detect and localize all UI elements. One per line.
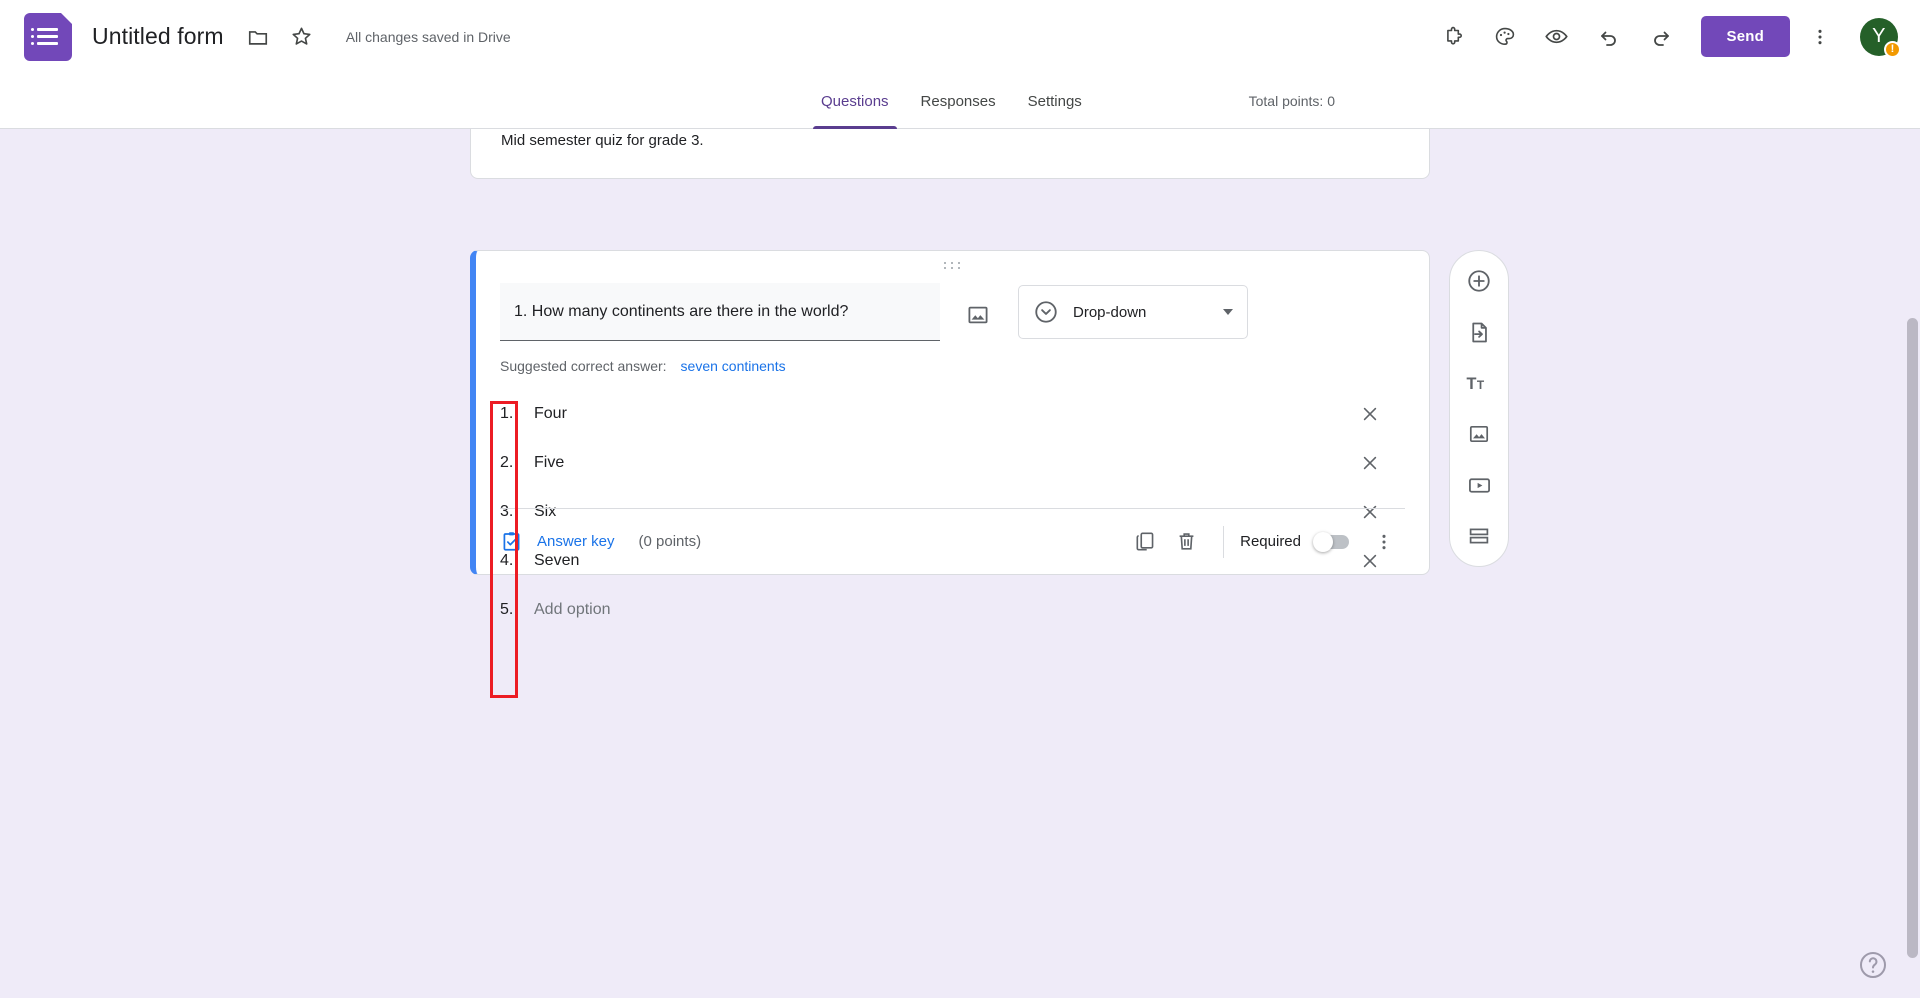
eye-icon[interactable]: [1535, 15, 1579, 59]
option-number: 1.: [500, 404, 514, 422]
add-video-button[interactable]: [1458, 464, 1500, 506]
question-type-select[interactable]: Drop-down: [1018, 285, 1248, 339]
trash-icon[interactable]: [1165, 521, 1207, 563]
tab-responses[interactable]: Responses: [905, 73, 1012, 129]
add-image-button[interactable]: [1458, 413, 1500, 455]
tab-questions[interactable]: Questions: [805, 73, 905, 129]
plus-circle-icon: [1466, 268, 1492, 294]
star-icon[interactable]: [282, 17, 322, 57]
add-section-button[interactable]: [1458, 515, 1500, 557]
scrollbar-track[interactable]: [1905, 258, 1920, 998]
close-icon[interactable]: [1350, 394, 1390, 434]
import-questions-button[interactable]: [1458, 311, 1500, 353]
close-icon[interactable]: [1350, 443, 1390, 483]
svg-text:T: T: [1477, 378, 1485, 392]
required-toggle[interactable]: [1313, 531, 1349, 552]
tab-bar: Questions Responses Settings Total point…: [0, 73, 1920, 129]
svg-text:T: T: [1467, 375, 1477, 393]
question-card[interactable]: 1. How many continents are there in the …: [470, 250, 1430, 618]
logo-lines-icon: [31, 27, 58, 49]
question-type-label: Drop-down: [1073, 303, 1147, 321]
google-forms-logo[interactable]: [24, 12, 72, 61]
send-button[interactable]: Send: [1700, 16, 1790, 57]
dropdown-circle-icon: [1033, 299, 1059, 325]
avatar-warning-badge: !: [1884, 40, 1901, 58]
app-bar: Untitled form All changes saved in Drive: [0, 0, 1920, 73]
avatar[interactable]: Y !: [1860, 17, 1901, 58]
palette-icon[interactable]: [1483, 15, 1527, 59]
form-description[interactable]: Mid semester quiz for grade 3.: [501, 132, 704, 149]
add-question-button[interactable]: [1458, 260, 1500, 302]
option-row[interactable]: 2. Five: [500, 438, 1406, 487]
add-option-button[interactable]: Add option: [534, 601, 1406, 619]
save-status: All changes saved in Drive: [345, 28, 511, 45]
answer-key-checklist-icon: [500, 530, 523, 553]
question-points: (0 points): [638, 533, 702, 550]
question-header-row: 1. How many continents are there in the …: [500, 283, 1248, 341]
title-text-icon: T T: [1466, 370, 1492, 396]
required-label: Required: [1240, 533, 1301, 550]
appbar-actions: Send Y !: [1431, 15, 1920, 59]
suggested-answer-value[interactable]: seven continents: [681, 358, 786, 374]
question-footer: Answer key (0 points) Required: [500, 508, 1405, 574]
kebab-menu-icon[interactable]: [1363, 521, 1405, 563]
suggested-answer-label: Suggested correct answer:: [500, 358, 667, 374]
help-circle-icon[interactable]: [1857, 949, 1889, 981]
image-icon[interactable]: [958, 295, 998, 335]
duplicate-icon[interactable]: [1123, 521, 1165, 563]
option-number: 5.: [500, 600, 514, 618]
toggle-knob: [1313, 531, 1333, 552]
question-text-input[interactable]: 1. How many continents are there in the …: [500, 283, 940, 341]
suggested-answer-row: Suggested correct answer: seven continen…: [500, 358, 786, 374]
add-item-toolbar: T T: [1449, 250, 1509, 567]
section-icon: [1467, 524, 1491, 548]
footer-divider: [1223, 525, 1225, 558]
option-number: 2.: [500, 453, 514, 471]
option-row[interactable]: 1. Four: [500, 389, 1406, 438]
option-text-input[interactable]: Five: [534, 454, 1350, 472]
total-points: Total points: 0: [1248, 93, 1335, 109]
undo-icon[interactable]: [1587, 15, 1631, 59]
tab-settings[interactable]: Settings: [1012, 73, 1098, 129]
add-option-row[interactable]: 5. Add option: [500, 585, 1406, 634]
option-text-input[interactable]: Four: [534, 405, 1350, 423]
add-title-description-button[interactable]: T T: [1458, 362, 1500, 404]
redo-icon[interactable]: [1639, 15, 1683, 59]
image-icon: [1467, 422, 1491, 446]
form-canvas: World Geography Quiz Mid semester quiz f…: [0, 73, 1920, 998]
puzzle-piece-icon[interactable]: [1431, 15, 1475, 59]
answer-key-label: Answer key: [537, 533, 615, 550]
caret-down-icon: [1223, 309, 1233, 315]
answer-key-button[interactable]: Answer key: [500, 530, 615, 553]
tab-list: Questions Responses Settings: [805, 73, 1098, 129]
video-icon: [1467, 473, 1492, 498]
form-title-input[interactable]: Untitled form: [92, 23, 224, 50]
drag-handle-icon[interactable]: [941, 259, 965, 271]
import-file-icon: [1467, 320, 1492, 345]
folder-icon[interactable]: [238, 17, 278, 57]
kebab-menu-icon[interactable]: [1798, 15, 1842, 59]
scrollbar-thumb[interactable]: [1907, 318, 1918, 958]
